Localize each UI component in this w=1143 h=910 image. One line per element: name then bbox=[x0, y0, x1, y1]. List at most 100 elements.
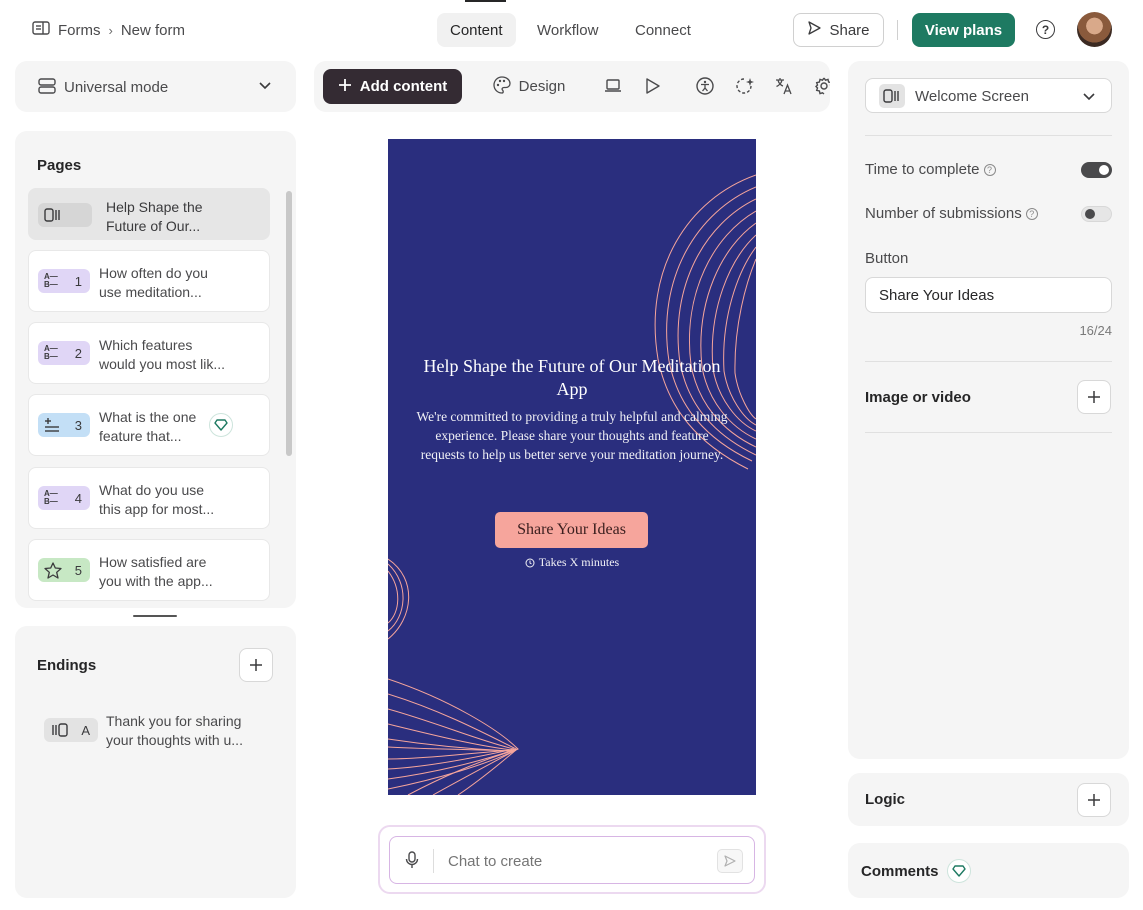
page-item-label: What do you use this app for most... bbox=[99, 482, 215, 517]
breadcrumb: Forms › New form bbox=[32, 20, 185, 40]
breadcrumb-current[interactable]: New form bbox=[121, 22, 185, 39]
choice-icon: A— B— 4 bbox=[38, 486, 90, 510]
page-item-label: How often do you use meditation... bbox=[99, 265, 208, 300]
active-tab-indicator bbox=[465, 0, 506, 2]
clock-icon bbox=[525, 558, 535, 567]
time-to-complete-toggle[interactable] bbox=[1081, 162, 1112, 178]
add-ending-button[interactable] bbox=[239, 648, 273, 682]
microphone-icon[interactable] bbox=[405, 851, 419, 874]
character-counter: 16/24 bbox=[1079, 323, 1112, 338]
preview-time-note: Takes X minutes bbox=[472, 555, 672, 570]
tab-content[interactable]: Content bbox=[437, 13, 516, 47]
diamond-icon[interactable] bbox=[947, 859, 971, 883]
welcome-screen-icon bbox=[38, 203, 92, 227]
breadcrumb-forms-link[interactable]: Forms bbox=[58, 22, 101, 39]
button-text-input[interactable] bbox=[865, 277, 1112, 313]
design-label: Design bbox=[518, 78, 566, 95]
logic-title: Logic bbox=[865, 791, 905, 808]
screen-selector[interactable]: Welcome Screen bbox=[865, 78, 1112, 113]
pages-scrollbar[interactable] bbox=[286, 191, 292, 456]
add-media-button[interactable] bbox=[1077, 380, 1111, 414]
palette-icon bbox=[493, 75, 511, 98]
page-item-label: Which features would you most lik... bbox=[99, 337, 226, 372]
divider bbox=[865, 135, 1112, 136]
add-logic-button[interactable] bbox=[1077, 783, 1111, 817]
decorative-line-art bbox=[388, 174, 756, 795]
preview-title: Help Shape the Future of Our Meditation … bbox=[423, 356, 721, 399]
accessibility-icon[interactable] bbox=[696, 77, 714, 100]
add-content-button[interactable]: Add content bbox=[323, 69, 462, 104]
ending-item-a[interactable]: A Thank you for sharing your thoughts wi… bbox=[28, 709, 270, 751]
chat-input-wrapper[interactable] bbox=[389, 836, 755, 884]
chevron-right-icon: › bbox=[108, 22, 113, 38]
chevron-down-icon bbox=[258, 78, 272, 97]
chat-box-outline bbox=[378, 825, 766, 894]
endings-panel: Endings A Thank you for sharing your tho… bbox=[15, 626, 296, 898]
plus-icon bbox=[1088, 794, 1100, 806]
divider bbox=[865, 361, 1112, 362]
tab-workflow[interactable]: Workflow bbox=[524, 13, 611, 47]
page-item-5[interactable]: 5 How satisfied are you with the app... bbox=[28, 539, 270, 601]
page-item-welcome[interactable]: Help Shape the Future of Our... bbox=[28, 188, 270, 240]
send-button[interactable] bbox=[717, 849, 743, 873]
help-icon[interactable]: ? bbox=[1036, 20, 1055, 39]
chevron-down-icon bbox=[1082, 89, 1096, 108]
mode-selector[interactable]: Universal mode bbox=[15, 61, 296, 112]
page-item-4[interactable]: A— B— 4 What do you use this app for most.… bbox=[28, 467, 270, 529]
help-icon[interactable]: ? bbox=[983, 164, 996, 176]
endings-title: Endings bbox=[37, 657, 97, 674]
send-icon bbox=[807, 21, 822, 39]
plus-icon bbox=[250, 659, 262, 671]
divider bbox=[433, 849, 434, 873]
page-item-label: How satisfied are you with the app... bbox=[99, 554, 213, 589]
form-preview: Help Shape the Future of Our Meditation … bbox=[388, 139, 756, 795]
pages-title: Pages bbox=[37, 157, 82, 174]
logic-panel: Logic bbox=[848, 773, 1129, 826]
long-text-icon: 3 bbox=[38, 413, 90, 437]
star-icon: 5 bbox=[38, 558, 90, 582]
chat-input[interactable] bbox=[448, 850, 698, 872]
design-button[interactable]: Design bbox=[484, 69, 574, 104]
translate-icon[interactable] bbox=[775, 77, 793, 100]
choice-icon: A— B— 1 bbox=[38, 269, 90, 293]
layout-icon bbox=[38, 78, 56, 99]
top-bar: Forms › New form Content Workflow Connec… bbox=[0, 0, 1143, 58]
page-item-2[interactable]: A— B— 2 Which features would you most lik.… bbox=[28, 322, 270, 384]
play-icon[interactable] bbox=[645, 77, 661, 100]
comments-title: Comments bbox=[861, 863, 939, 880]
button-section-label: Button bbox=[865, 250, 909, 267]
ending-screen-icon: A bbox=[44, 718, 98, 742]
settings-panel: Welcome Screen Time to complete? Number … bbox=[848, 61, 1129, 759]
ai-spark-icon[interactable] bbox=[735, 77, 755, 100]
forms-icon bbox=[32, 20, 50, 40]
number-of-submissions-label: Number of submissions? bbox=[865, 205, 1038, 222]
view-plans-button[interactable]: View plans bbox=[912, 13, 1015, 47]
share-button[interactable]: Share bbox=[793, 13, 884, 47]
comments-panel[interactable]: Comments bbox=[848, 843, 1129, 898]
plus-icon bbox=[1088, 391, 1100, 403]
editor-toolbar: Add content Design bbox=[314, 61, 830, 112]
screen-selector-label: Welcome Screen bbox=[915, 88, 1029, 105]
ending-item-label: Thank you for sharing your thoughts with… bbox=[106, 713, 243, 748]
help-icon[interactable]: ? bbox=[1025, 208, 1038, 220]
plus-icon bbox=[338, 78, 352, 96]
divider bbox=[897, 20, 898, 40]
image-or-video-label: Image or video bbox=[865, 389, 971, 406]
welcome-screen-icon bbox=[879, 84, 905, 108]
choice-icon: A— B— 2 bbox=[38, 341, 90, 365]
tab-connect[interactable]: Connect bbox=[622, 13, 704, 47]
avatar[interactable] bbox=[1077, 12, 1112, 47]
time-to-complete-label: Time to complete? bbox=[865, 161, 996, 178]
pages-panel: Pages Help Shape the Future of Our... A—… bbox=[15, 131, 296, 608]
diamond-icon[interactable] bbox=[209, 413, 233, 437]
page-item-3[interactable]: 3 What is the one feature that... bbox=[28, 394, 270, 456]
preview-cta-button[interactable]: Share Your Ideas bbox=[495, 512, 648, 548]
number-of-submissions-toggle[interactable] bbox=[1081, 206, 1112, 222]
divider bbox=[865, 432, 1112, 433]
laptop-icon[interactable] bbox=[604, 78, 622, 99]
page-item-1[interactable]: A— B— 1 How often do you use meditation... bbox=[28, 250, 270, 312]
settings-icon[interactable] bbox=[815, 77, 830, 100]
preview-description: We're committed to providing a truly hel… bbox=[416, 409, 728, 462]
add-content-label: Add content bbox=[359, 78, 448, 95]
resize-handle[interactable] bbox=[133, 615, 177, 617]
